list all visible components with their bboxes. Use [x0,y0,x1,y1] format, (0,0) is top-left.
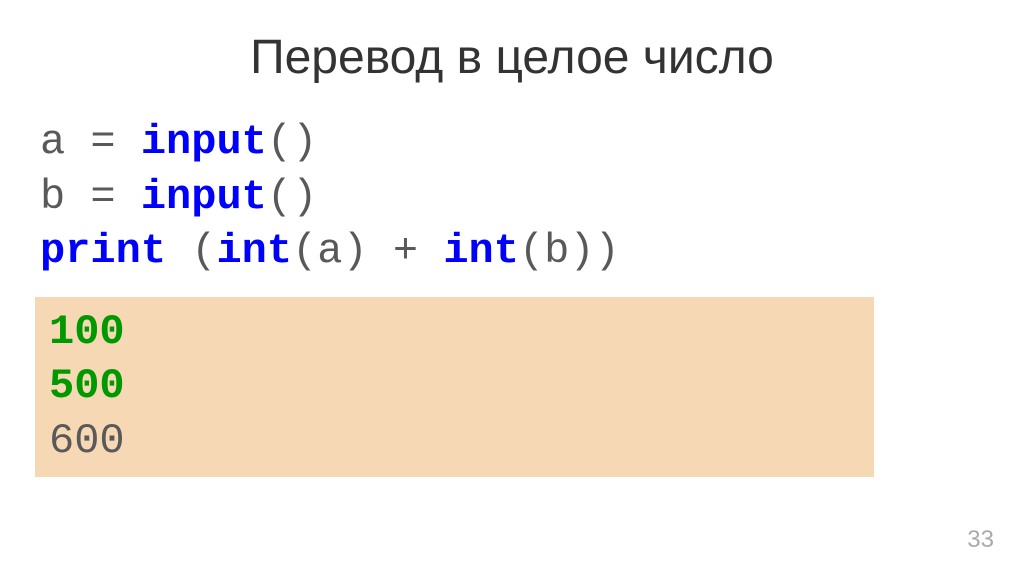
code-keyword: input [141,173,267,221]
output-line-input: 100 [49,305,860,360]
output-block: 100 500 600 [35,297,874,477]
code-text: () [267,173,317,221]
code-text: () [267,118,317,166]
slide-title: Перевод в целое число [30,30,994,85]
code-keyword: print [40,227,166,275]
output-line-result: 600 [49,414,860,469]
code-line-2: b = input() [40,170,994,225]
code-keyword: input [141,118,267,166]
code-line-3: print (int(a) + int(b)) [40,224,994,279]
code-text: a = [40,118,141,166]
page-number: 33 [967,526,994,554]
code-keyword: int [443,227,519,275]
code-line-1: a = input() [40,115,994,170]
code-text: b = [40,173,141,221]
code-text: (b)) [519,227,620,275]
code-text: (a) + [292,227,443,275]
code-block: a = input() b = input() print (int(a) + … [30,115,994,279]
output-line-input: 500 [49,359,860,414]
code-text: ( [166,227,216,275]
code-keyword: int [216,227,292,275]
